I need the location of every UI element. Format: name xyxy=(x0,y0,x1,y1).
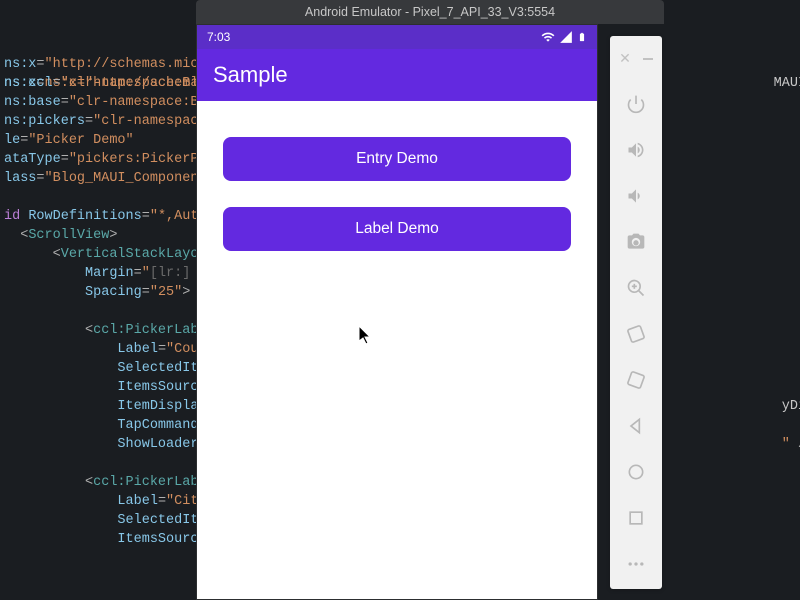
app-title: Sample xyxy=(213,62,288,88)
back-icon[interactable] xyxy=(625,415,647,437)
emulator-side-toolbar: ✕ xyxy=(610,36,662,589)
app-bar: Sample xyxy=(197,49,597,101)
entry-demo-button[interactable]: Entry Demo xyxy=(223,137,571,181)
android-status-bar: 7:03 xyxy=(197,25,597,49)
status-time: 7:03 xyxy=(207,30,230,44)
power-icon[interactable] xyxy=(625,93,647,115)
more-icon[interactable] xyxy=(625,553,647,575)
close-icon[interactable]: ✕ xyxy=(619,50,631,67)
rotate-right-icon[interactable] xyxy=(625,369,647,391)
camera-icon[interactable] xyxy=(625,231,647,253)
rotate-left-icon[interactable] xyxy=(625,323,647,345)
emulator-title-bar[interactable]: Android Emulator - Pixel_7_API_33_V3:555… xyxy=(196,0,664,24)
home-icon[interactable] xyxy=(625,461,647,483)
volume-up-icon[interactable] xyxy=(625,139,647,161)
label-demo-button[interactable]: Label Demo xyxy=(223,207,571,251)
status-icons xyxy=(541,30,587,44)
wifi-icon xyxy=(541,30,555,44)
device-screen: 7:03 Sample Entry Demo La xyxy=(196,24,598,600)
zoom-icon[interactable] xyxy=(625,277,647,299)
emulator-title: Android Emulator - Pixel_7_API_33_V3:555… xyxy=(305,5,555,19)
app-content: Entry Demo Label Demo xyxy=(197,101,597,287)
battery-icon xyxy=(577,30,587,44)
signal-icon xyxy=(559,30,573,44)
volume-down-icon[interactable] xyxy=(625,185,647,207)
minimize-icon[interactable] xyxy=(643,58,653,60)
emulator-window: Android Emulator - Pixel_7_API_33_V3:555… xyxy=(196,0,664,600)
overview-icon[interactable] xyxy=(625,507,647,529)
